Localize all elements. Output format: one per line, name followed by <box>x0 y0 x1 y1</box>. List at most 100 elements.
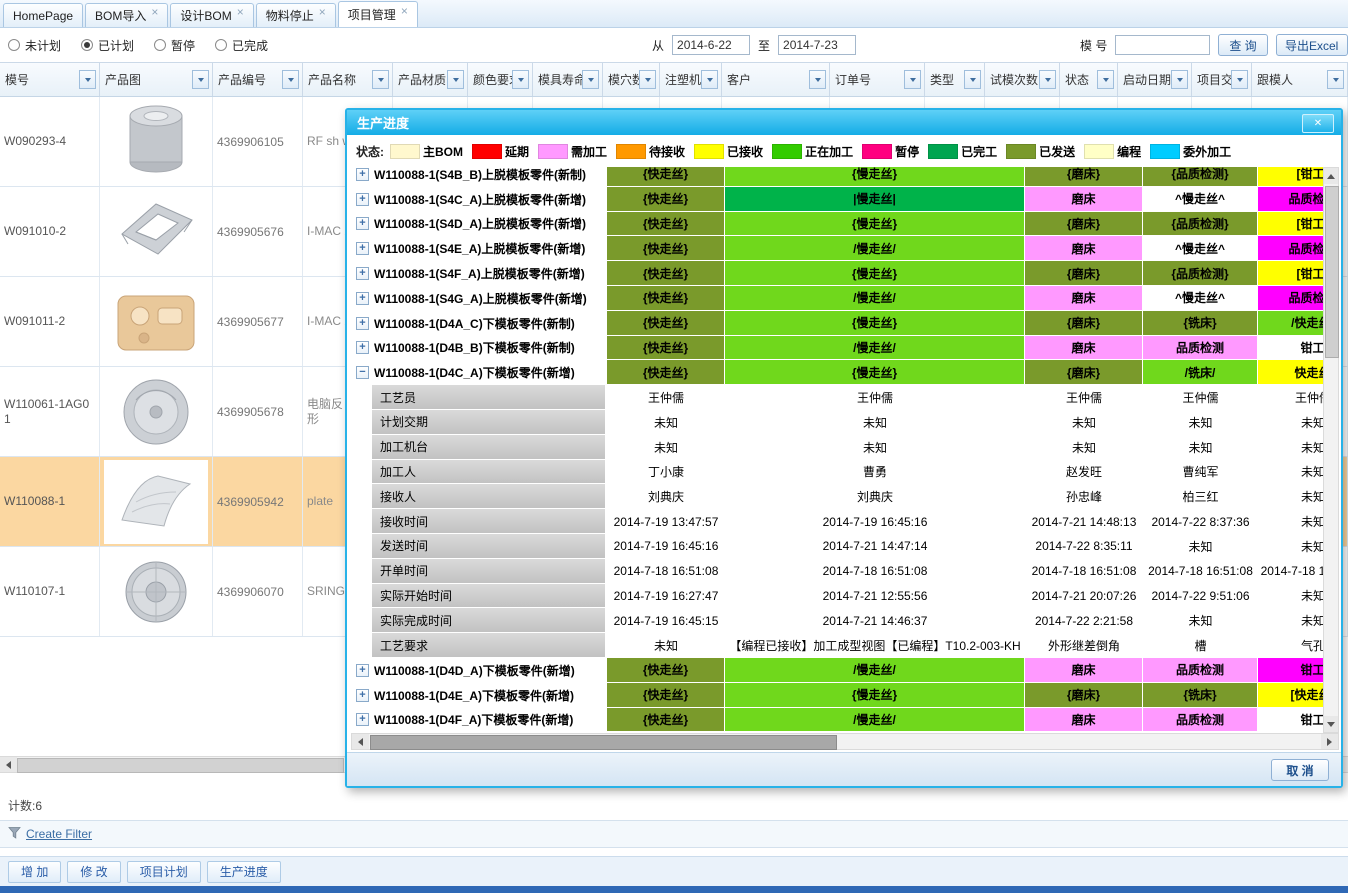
process-cell[interactable]: /铣床/ <box>1143 360 1258 385</box>
filter-dropdown-icon[interactable] <box>79 70 96 89</box>
tab-close-icon[interactable]: × <box>319 7 326 17</box>
column-header[interactable]: 状态 <box>1060 63 1118 96</box>
column-header[interactable]: 颜色要求 <box>468 63 533 96</box>
add-button[interactable]: 增 加 <box>8 861 61 883</box>
filter-dropdown-icon[interactable] <box>1171 70 1188 89</box>
status-radio[interactable]: 已计划 <box>81 37 134 54</box>
column-header[interactable]: 启动日期 <box>1118 63 1192 96</box>
expand-icon[interactable]: + <box>356 217 369 230</box>
process-cell[interactable]: 品质检测 <box>1258 236 1323 261</box>
filter-dropdown-icon[interactable] <box>1039 70 1056 89</box>
process-cell[interactable]: {品质检测} <box>1143 167 1258 187</box>
process-cell[interactable]: 快走丝 <box>1258 360 1323 385</box>
column-header[interactable]: 产品名称 <box>303 63 393 96</box>
filter-dropdown-icon[interactable] <box>512 70 529 89</box>
create-filter-link[interactable]: Create Filter <box>26 827 92 841</box>
expand-icon[interactable]: + <box>356 168 369 181</box>
process-cell[interactable]: 品质检测 <box>1258 286 1323 311</box>
expand-icon[interactable]: + <box>356 317 369 330</box>
scroll-left-button[interactable] <box>352 734 369 749</box>
expand-icon[interactable]: + <box>356 341 369 354</box>
process-cell[interactable]: 磨床 <box>1025 187 1143 212</box>
process-cell[interactable]: {慢走丝} <box>725 683 1025 708</box>
scroll-left-button[interactable] <box>0 757 17 772</box>
process-cell[interactable]: 磨床 <box>1025 708 1143 733</box>
filter-dropdown-icon[interactable] <box>447 70 464 89</box>
tab-item[interactable]: HomePage <box>3 3 83 27</box>
process-cell[interactable]: [钳工] <box>1258 261 1323 286</box>
expand-icon[interactable]: + <box>356 713 369 726</box>
process-cell[interactable]: 品质检测 <box>1143 658 1258 683</box>
process-cell[interactable]: 钳工 <box>1258 658 1323 683</box>
process-cell[interactable]: {慢走丝} <box>725 212 1025 237</box>
filter-dropdown-icon[interactable] <box>1231 70 1248 89</box>
process-cell[interactable]: 品质检测 <box>1143 336 1258 361</box>
process-cell[interactable]: {品质检测} <box>1143 261 1258 286</box>
filter-dropdown-icon[interactable] <box>904 70 921 89</box>
scroll-down-button[interactable] <box>1324 716 1338 732</box>
production-progress-button[interactable]: 生产进度 <box>207 861 281 883</box>
status-radio[interactable]: 已完成 <box>215 37 268 54</box>
progress-row[interactable]: +W110088-1(D4D_A)下模板零件(新增){快走丝}/慢走丝/磨床品质… <box>351 658 1323 683</box>
grid-vertical-scrollbar[interactable] <box>1323 167 1339 733</box>
process-cell[interactable]: {磨床} <box>1025 311 1143 336</box>
tab-item[interactable]: 物料停止× <box>256 3 336 27</box>
project-plan-button[interactable]: 项目计划 <box>127 861 201 883</box>
process-cell[interactable]: {快走丝} <box>607 212 725 237</box>
column-header[interactable]: 项目交期 <box>1192 63 1252 96</box>
process-cell[interactable]: /慢走丝/ <box>725 286 1025 311</box>
close-icon[interactable]: ✕ <box>1302 114 1334 133</box>
process-cell[interactable]: {磨床} <box>1025 167 1143 187</box>
process-cell[interactable]: [钳工] <box>1258 167 1323 187</box>
process-cell[interactable]: 钳工 <box>1258 708 1323 733</box>
process-cell[interactable]: 品质检测 <box>1258 187 1323 212</box>
column-header[interactable]: 产品图 <box>100 63 213 96</box>
process-cell[interactable]: 钳工 <box>1258 336 1323 361</box>
expand-icon[interactable]: + <box>356 689 369 702</box>
column-header[interactable]: 类型 <box>925 63 985 96</box>
process-cell[interactable]: /快走丝/ <box>1258 311 1323 336</box>
filter-dropdown-icon[interactable] <box>1327 70 1344 89</box>
process-cell[interactable]: {磨床} <box>1025 212 1143 237</box>
process-cell[interactable]: /慢走丝/ <box>725 708 1025 733</box>
column-header[interactable]: 模号 <box>0 63 100 96</box>
scrollbar-thumb[interactable] <box>370 735 837 750</box>
status-radio[interactable]: 未计划 <box>8 37 61 54</box>
column-header[interactable]: 跟模人 <box>1252 63 1348 96</box>
process-cell[interactable]: [钳工] <box>1258 212 1323 237</box>
process-cell[interactable]: {慢走丝} <box>725 261 1025 286</box>
from-date-input[interactable] <box>672 35 750 55</box>
filter-dropdown-icon[interactable] <box>639 70 656 89</box>
progress-row[interactable]: +W110088-1(S4B_B)上脱模板零件(新制){快走丝}{慢走丝}{磨床… <box>351 167 1323 187</box>
filter-dropdown-icon[interactable] <box>192 70 209 89</box>
process-cell[interactable]: {快走丝} <box>607 708 725 733</box>
process-cell[interactable]: {快走丝} <box>607 187 725 212</box>
column-header[interactable]: 试模次数 <box>985 63 1060 96</box>
column-header[interactable]: 订单号 <box>830 63 925 96</box>
progress-row[interactable]: +W110088-1(S4C_A)上脱模板零件(新增){快走丝}|慢走丝|磨床^… <box>351 187 1323 212</box>
process-cell[interactable]: {快走丝} <box>607 683 725 708</box>
process-cell[interactable]: ^慢走丝^ <box>1143 236 1258 261</box>
expand-icon[interactable]: + <box>356 193 369 206</box>
expand-icon[interactable]: + <box>356 242 369 255</box>
filter-dropdown-icon[interactable] <box>1097 70 1114 89</box>
process-cell[interactable]: {快走丝} <box>607 336 725 361</box>
progress-row[interactable]: +W110088-1(S4G_A)上脱模板零件(新增){快走丝}/慢走丝/磨床^… <box>351 286 1323 311</box>
process-cell[interactable]: /慢走丝/ <box>725 236 1025 261</box>
expand-icon[interactable]: + <box>356 664 369 677</box>
export-excel-button[interactable]: 导出Excel <box>1276 34 1348 56</box>
process-cell[interactable]: {快走丝} <box>607 311 725 336</box>
to-date-input[interactable] <box>778 35 856 55</box>
process-cell[interactable]: {慢走丝} <box>725 311 1025 336</box>
tab-item[interactable]: 项目管理× <box>338 1 418 27</box>
process-cell[interactable]: [快走丝] <box>1258 683 1323 708</box>
progress-row[interactable]: +W110088-1(D4F_A)下模板零件(新增){快走丝}/慢走丝/磨床品质… <box>351 708 1323 733</box>
process-cell[interactable]: {铣床} <box>1143 311 1258 336</box>
tab-close-icon[interactable]: × <box>237 7 244 17</box>
scrollbar-thumb[interactable] <box>17 758 344 773</box>
process-cell[interactable]: {快走丝} <box>607 167 725 187</box>
process-cell[interactable]: {铣床} <box>1143 683 1258 708</box>
process-cell[interactable]: 品质检测 <box>1143 708 1258 733</box>
filter-dropdown-icon[interactable] <box>964 70 981 89</box>
cancel-button[interactable]: 取 消 <box>1271 759 1329 781</box>
